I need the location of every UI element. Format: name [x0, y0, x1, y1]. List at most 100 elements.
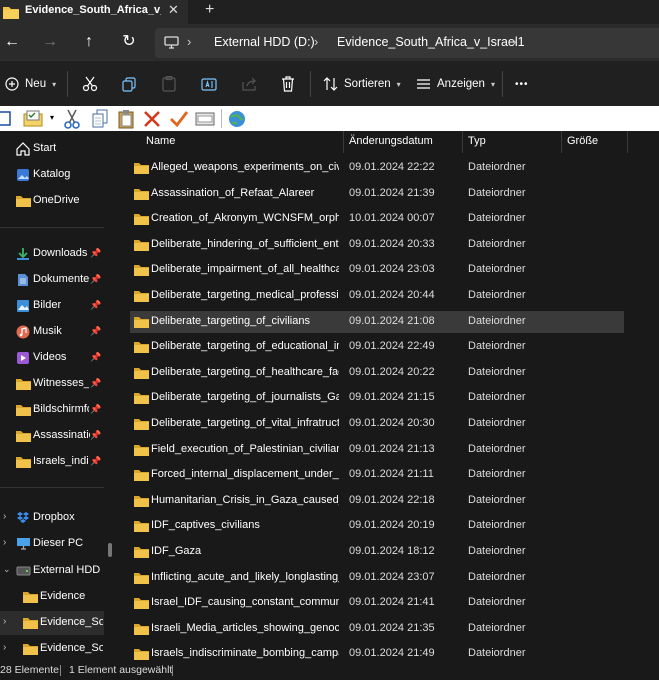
breadcrumb-chevron-icon[interactable]: ›: [512, 34, 516, 49]
sidebar-item-start[interactable]: Start: [0, 137, 104, 161]
file-row[interactable]: Alleged_weapons_experiments_on_civilia..…: [130, 157, 624, 179]
refresh-button[interactable]: ↻: [117, 30, 141, 54]
chevron-right-icon[interactable]: ›: [3, 642, 6, 653]
sidebar-item-evidence-south-africa-selected[interactable]: › Evidence_Sout: [0, 611, 104, 635]
column-date[interactable]: Änderungsdatum: [349, 135, 433, 147]
close-tab-button[interactable]: ✕: [168, 2, 179, 18]
file-row[interactable]: Deliberate_hindering_of_sufficient_entry…: [130, 234, 624, 256]
column-divider[interactable]: [627, 131, 628, 153]
chevron-right-icon[interactable]: ›: [3, 537, 6, 548]
pin-icon[interactable]: 📌: [90, 248, 101, 259]
pin-icon[interactable]: 📌: [90, 352, 101, 363]
sidebar-item-witnesses[interactable]: Witnesses_Tw 📌: [0, 372, 104, 396]
window-icon[interactable]: [195, 111, 215, 127]
new-button[interactable]: Neu ▾: [5, 74, 56, 94]
rename-button[interactable]: [201, 74, 217, 94]
file-name: Deliberate_targeting_of_healthcare_facil…: [151, 365, 339, 378]
sidebar-item-dropbox[interactable]: › Dropbox: [0, 506, 104, 530]
delete-x-icon[interactable]: [143, 110, 161, 128]
column-divider[interactable]: [561, 131, 562, 153]
more-options-button[interactable]: •••: [515, 74, 529, 94]
properties-icon[interactable]: [23, 109, 45, 127]
file-row[interactable]: Field_execution_of_Palestinian_civilians…: [130, 439, 624, 461]
breadcrumb-folder[interactable]: Evidence_South_Africa_v_Israel1: [337, 35, 525, 49]
copy-icon[interactable]: [91, 109, 109, 129]
back-button[interactable]: ←: [0, 30, 24, 54]
breadcrumb-chevron-icon[interactable]: ›: [314, 34, 318, 49]
sidebar-item-evidence-south-africa[interactable]: › Evidence_Sout: [0, 637, 104, 661]
file-row[interactable]: Israel_IDF_causing_constant_communic... 0…: [130, 592, 624, 614]
copy-icon: [122, 76, 136, 92]
sidebar-item-dokumente[interactable]: Dokumente 📌: [0, 268, 104, 292]
column-divider[interactable]: [343, 131, 344, 153]
sidebar-item-evidence[interactable]: Evidence: [0, 585, 104, 609]
column-name[interactable]: Name: [146, 135, 175, 147]
sidebar-item-videos[interactable]: Videos 📌: [0, 346, 104, 370]
tab-active[interactable]: Evidence_South_Africa_v_Israe ✕: [0, 0, 188, 24]
sidebar-item-katalog[interactable]: Katalog: [0, 163, 104, 187]
new-tab-button[interactable]: +: [205, 1, 214, 19]
file-date: 09.01.2024 21:49: [349, 647, 435, 660]
chevron-right-icon[interactable]: ›: [3, 616, 6, 627]
file-row[interactable]: Inflicting_acute_and_likely_longlasting_…: [130, 567, 624, 589]
pin-icon[interactable]: 📌: [90, 274, 101, 285]
file-row[interactable]: Deliberate_impairment_of_all_healthcare.…: [130, 259, 624, 281]
cut-icon[interactable]: [64, 109, 80, 129]
pin-icon[interactable]: 📌: [90, 456, 101, 467]
up-button[interactable]: ↑: [77, 30, 101, 54]
sidebar-item-musik[interactable]: Musik 📌: [0, 320, 104, 344]
cut-button[interactable]: [82, 74, 98, 94]
chevron-down-icon[interactable]: ▾: [50, 113, 54, 122]
view-pane-icon[interactable]: [0, 111, 12, 127]
sidebar-item-dieser-pc[interactable]: › Dieser PC: [0, 532, 104, 556]
column-type[interactable]: Typ: [468, 135, 486, 147]
file-name: IDF_captives_civilians: [151, 519, 260, 532]
sidebar-item-label: External HDD (D: [33, 564, 103, 576]
clipboard-icon: [162, 76, 176, 92]
column-size[interactable]: Größe: [567, 135, 598, 147]
sort-button[interactable]: Sortieren ▾: [323, 74, 401, 94]
file-row[interactable]: Deliberate_targeting_of_educational_inst…: [130, 336, 624, 358]
file-date: 09.01.2024 20:30: [349, 417, 435, 429]
chevron-down-icon[interactable]: ⌄: [3, 564, 11, 575]
file-row[interactable]: Deliberate_targeting_of_journalists_Gaza…: [130, 387, 624, 409]
paste-icon[interactable]: [117, 109, 135, 129]
sidebar-item-assassination[interactable]: Assassination 📌: [0, 424, 104, 448]
file-row[interactable]: IDF_Gaza 09.01.2024 18:12 Dateiordner: [130, 541, 624, 563]
pin-icon[interactable]: 📌: [90, 430, 101, 441]
sidebar-item-external-hdd[interactable]: ⌄ External HDD (D: [0, 559, 104, 583]
paste-button[interactable]: [162, 74, 176, 94]
breadcrumb-chevron-icon[interactable]: ›: [187, 34, 191, 49]
copy-button[interactable]: [122, 74, 137, 94]
file-row[interactable]: Assassination_of_Refaat_Alareer 09.01.202…: [130, 183, 624, 205]
pin-icon[interactable]: 📌: [90, 326, 101, 337]
sidebar-scrollbar[interactable]: [108, 543, 112, 557]
pin-icon[interactable]: 📌: [90, 300, 101, 311]
sidebar-item-onedrive[interactable]: OneDrive: [0, 189, 104, 213]
globe-icon[interactable]: [227, 109, 247, 129]
delete-button[interactable]: [281, 74, 295, 94]
chevron-right-icon[interactable]: ›: [3, 511, 6, 522]
sidebar-item-israels-indisc[interactable]: Israels_indisc 📌: [0, 450, 104, 474]
file-row[interactable]: Humanitarian_Crisis_in_Gaza_caused_by...…: [130, 490, 624, 512]
address-bar[interactable]: › External HDD (D:) › Evidence_South_Afr…: [155, 28, 659, 58]
file-row[interactable]: Israeli_Media_articles_showing_genocidal…: [130, 618, 624, 640]
sidebar-item-downloads[interactable]: Downloads 📌: [0, 242, 104, 266]
pin-icon[interactable]: 📌: [90, 404, 101, 415]
file-row[interactable]: Deliberate_targeting_medical_profession.…: [130, 285, 624, 307]
share-button[interactable]: [241, 74, 257, 94]
file-row[interactable]: Creation_of_Akronym_WCNSFM_orphan... 10.0…: [130, 208, 624, 230]
column-divider[interactable]: [462, 131, 463, 153]
pin-icon[interactable]: 📌: [90, 378, 101, 389]
sidebar-item-bilder[interactable]: Bilder 📌: [0, 294, 104, 318]
view-button[interactable]: Anzeigen ▾: [416, 74, 495, 94]
file-row-selected[interactable]: Deliberate_targeting_of_civilians 09.01.2…: [130, 310, 624, 333]
forward-button[interactable]: →: [38, 30, 62, 54]
file-row[interactable]: IDF_captives_civilians 09.01.2024 20:19 Da…: [130, 515, 624, 537]
sidebar-item-bildschirmfotos[interactable]: Bildschirmfo 📌: [0, 398, 104, 422]
breadcrumb-drive[interactable]: External HDD (D:): [214, 35, 315, 49]
checkmark-icon[interactable]: [169, 110, 189, 128]
file-row[interactable]: Forced_internal_displacement_under_dir..…: [130, 464, 624, 486]
file-row[interactable]: Deliberate_targeting_of_vital_infratruct…: [130, 413, 624, 435]
file-row[interactable]: Deliberate_targeting_of_healthcare_facil…: [130, 362, 624, 384]
